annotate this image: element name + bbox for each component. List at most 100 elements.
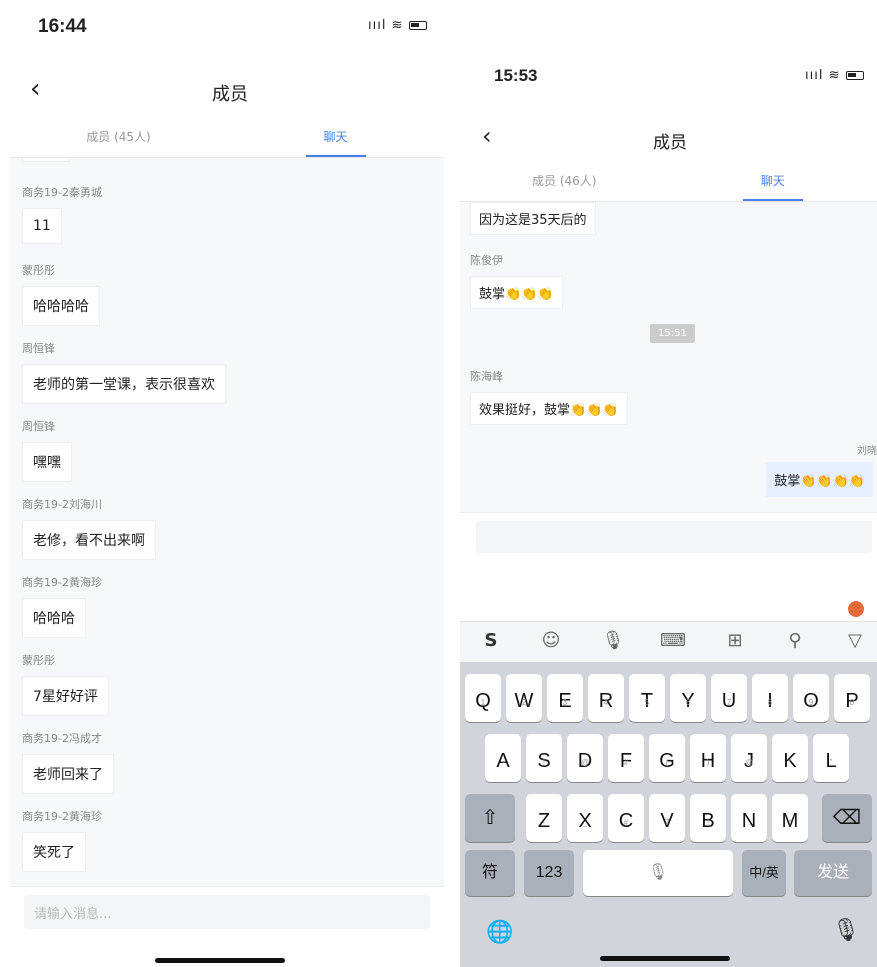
key-q[interactable]: 1Q [465, 674, 501, 722]
chat-area: 因为这是35天后的 陈俊伊 鼓掌👏👏👏 15:51 陈海峰 效果挺好，鼓掌👏👏👏… [460, 202, 877, 512]
message-bubble[interactable]: 11 [22, 208, 62, 244]
message-item: 蒙彤彤 7星好好评 [22, 652, 109, 716]
emoji-avatar-icon[interactable] [848, 601, 864, 617]
key-b[interactable]: ! B [690, 794, 726, 842]
key-c[interactable]: # C [608, 794, 644, 842]
key-h[interactable]: ) H [690, 734, 726, 782]
key-alt: # [623, 758, 629, 767]
battery-icon [845, 71, 864, 80]
key-alt: # [623, 818, 629, 827]
key-w[interactable]: 2W [506, 674, 542, 722]
sender-name: 商务19-2黄海珍 [22, 810, 102, 823]
message-bubble[interactable]: 老师回来了 [22, 754, 114, 794]
home-indicator[interactable] [600, 956, 730, 961]
home-indicator[interactable] [155, 958, 285, 963]
key-alt: 2 [521, 698, 527, 707]
message-bubble[interactable]: 因为这是35天后的 [470, 202, 596, 235]
key-alt: @ [744, 758, 754, 767]
message-bubble[interactable]: 哈哈哈 [22, 598, 86, 638]
key-alt: ” [829, 758, 833, 767]
sender-name: 商务19-2秦勇城 [22, 186, 102, 199]
key-alt: ~ [500, 758, 506, 767]
tab-chat[interactable]: 聊天 [669, 162, 877, 201]
tab-members[interactable]: 成员 (45人) [10, 118, 227, 157]
emoji-icon[interactable]: ☺ [536, 630, 566, 651]
key-l[interactable]: ” L [813, 734, 849, 782]
key-g[interactable]: (G [649, 734, 685, 782]
key-k[interactable]: “K [772, 734, 808, 782]
status-time: 16:44 [38, 16, 87, 37]
message-bubble[interactable]: 老师的第一堂课，表示很喜欢 [22, 364, 226, 404]
key-alt: 0 [849, 698, 855, 707]
shift-key[interactable]: ⇧ [465, 794, 515, 842]
key-alt: @ [580, 758, 590, 767]
key-alt: ( [665, 758, 669, 767]
message-bubble[interactable]: 嘿嘿 [22, 442, 72, 482]
symbols-key[interactable]: 符 [465, 850, 515, 896]
key-r[interactable]: 4R [588, 674, 624, 722]
sogou-logo-icon[interactable]: S [476, 630, 506, 651]
message-input[interactable] [476, 521, 872, 553]
my-message-bubble[interactable]: 鼓掌👏👏👏👏 [766, 462, 873, 497]
sender-name: 商务19-2黄海珍 [22, 576, 102, 589]
message-bubble[interactable]: 鼓掌👏👏👏 [470, 276, 563, 309]
key-f[interactable]: # F [608, 734, 644, 782]
timestamp-chip: 15:51 [650, 324, 695, 343]
collapse-icon[interactable]: ▽ [840, 630, 870, 651]
key-alt: 4 [603, 698, 609, 707]
message-bubble[interactable]: 笑死了 [22, 832, 86, 872]
wifi-icon: ≋ [828, 68, 841, 83]
key-p[interactable]: 0P [834, 674, 870, 722]
key-d[interactable]: @ D [567, 734, 603, 782]
message-item: 周恒锋 嘿嘿 [22, 418, 72, 482]
wifi-icon: ≋ [391, 18, 404, 33]
page-title: 成员 [653, 133, 687, 153]
key-n[interactable]: .N [731, 794, 767, 842]
send-key[interactable]: 发送 [794, 850, 872, 896]
dictation-mic-icon[interactable]: 🎙 [832, 918, 860, 943]
key-i[interactable]: 8I [752, 674, 788, 722]
chat-area: 商务19-2秦勇城 11 蒙彤彤 哈哈哈哈 周恒锋 老师的第一堂课，表示很喜欢 … [10, 158, 444, 886]
back-icon[interactable]: ‹ [30, 74, 40, 104]
message-input[interactable]: 请输入消息... [24, 895, 430, 929]
input-bar [460, 512, 877, 621]
delete-key[interactable]: ⌫ [822, 794, 872, 842]
key-y[interactable]: 6Y [670, 674, 706, 722]
key-a[interactable]: ~ A [485, 734, 521, 782]
key-u[interactable]: 7U [711, 674, 747, 722]
tab-members[interactable]: 成员 (46人) [460, 162, 669, 201]
search-icon[interactable]: ⚲ [780, 630, 810, 651]
key-t[interactable]: 5T [629, 674, 665, 722]
key-x[interactable]: _ X [567, 794, 603, 842]
space-key[interactable]: 🎙 [583, 850, 733, 896]
tab-chat[interactable]: 聊天 [227, 118, 444, 157]
key-o[interactable]: 9O [793, 674, 829, 722]
key-v[interactable]: 7V [649, 794, 685, 842]
sender-name: 商务19-2刘海川 [22, 498, 102, 511]
keyboard-icon[interactable]: ⌨ [658, 630, 688, 651]
key-j[interactable]: @ J [731, 734, 767, 782]
key-e[interactable]: 3E [547, 674, 583, 722]
voice-icon[interactable]: 🎙 [598, 630, 628, 651]
key-m[interactable]: * M [772, 794, 808, 842]
left-screen: 16:44 ıııl ≋ ‹ 成员 成员 (45人) 聊天 商务19-2秦勇城 … [0, 0, 460, 967]
message-bubble[interactable]: 效果挺好，鼓掌👏👏👏 [470, 392, 628, 425]
tab-bar: 成员 (45人) 聊天 [10, 118, 444, 158]
globe-icon[interactable]: 🌐 [486, 920, 513, 945]
key-s[interactable]: ! S [526, 734, 562, 782]
page-title: 成员 [212, 84, 248, 105]
message-bubble[interactable]: 老修，看不出来啊 [22, 520, 156, 560]
message-item: 商务19-2黄海珍 笑死了 [22, 808, 102, 872]
lang-switch-key[interactable]: 中/英 [742, 850, 786, 896]
key-alt: 1 [480, 698, 486, 707]
back-icon[interactable]: ‹ [482, 122, 492, 150]
message-bubble[interactable]: 哈哈哈哈 [22, 286, 100, 326]
apps-icon[interactable]: ⊞ [720, 630, 750, 651]
key-alt: _ [582, 818, 588, 827]
numbers-key[interactable]: 123 [524, 850, 574, 896]
key-alt: 7 [664, 818, 670, 827]
key-alt: 7 [726, 698, 732, 707]
message-bubble[interactable]: 7星好好评 [22, 676, 109, 716]
key-z[interactable]: -Z [526, 794, 562, 842]
key-alt: ) [706, 758, 710, 767]
